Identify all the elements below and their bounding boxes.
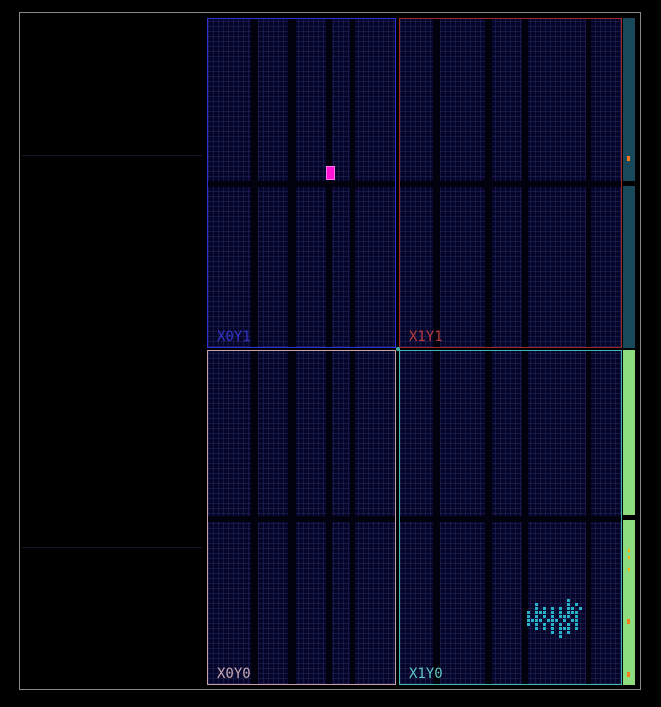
placed-cell[interactable] xyxy=(531,619,534,622)
placed-cell[interactable] xyxy=(527,611,530,614)
placed-cell[interactable] xyxy=(567,599,570,602)
placed-cell[interactable] xyxy=(575,623,578,626)
placed-cell[interactable] xyxy=(543,627,546,630)
placed-cell[interactable] xyxy=(543,611,546,614)
placed-cell[interactable] xyxy=(559,627,562,630)
placed-cell[interactable] xyxy=(535,607,538,610)
placed-cell[interactable] xyxy=(535,627,538,630)
placed-cell[interactable] xyxy=(579,607,582,610)
placed-cell[interactable] xyxy=(563,619,566,622)
io-bank-gap xyxy=(623,515,635,520)
io-pin-marker[interactable] xyxy=(627,619,630,624)
placed-cell[interactable] xyxy=(539,619,542,622)
placed-cell[interactable] xyxy=(571,611,574,614)
io-pin-marker[interactable] xyxy=(628,568,630,571)
placed-cell[interactable] xyxy=(563,627,566,630)
io-pin-marker[interactable] xyxy=(628,549,630,552)
placed-cell[interactable] xyxy=(559,607,562,610)
placed-cell[interactable] xyxy=(567,611,570,614)
placed-cell[interactable] xyxy=(559,611,562,614)
region-label: X0Y0 xyxy=(217,666,251,682)
placed-cell[interactable] xyxy=(559,623,562,626)
row-gap xyxy=(400,516,621,522)
placed-cell[interactable] xyxy=(527,615,530,618)
placed-cell[interactable] xyxy=(551,615,554,618)
placed-cell[interactable] xyxy=(551,611,554,614)
placed-cell[interactable] xyxy=(535,623,538,626)
io-bank-gap xyxy=(623,181,635,186)
io-pin-marker[interactable] xyxy=(627,672,630,677)
placed-cell[interactable] xyxy=(567,631,570,634)
placed-cell[interactable] xyxy=(551,627,554,630)
placed-cell[interactable] xyxy=(571,619,574,622)
placed-cell[interactable] xyxy=(575,619,578,622)
placed-cell[interactable] xyxy=(567,607,570,610)
device-view[interactable]: X0Y1 X1Y1 X0Y0 X1Y0 xyxy=(0,0,661,707)
placed-cell[interactable] xyxy=(543,623,546,626)
placed-cell[interactable] xyxy=(547,619,550,622)
placed-cell[interactable] xyxy=(571,607,574,610)
placed-cell[interactable] xyxy=(527,619,530,622)
io-bank-upper[interactable] xyxy=(623,18,635,348)
clock-region-x0y1[interactable]: X0Y1 xyxy=(207,18,396,348)
clock-region-x0y0[interactable]: X0Y0 xyxy=(207,350,396,685)
io-bank-lower[interactable] xyxy=(623,350,635,685)
placed-cell[interactable] xyxy=(535,603,538,606)
placed-cell[interactable] xyxy=(551,631,554,634)
placed-cell[interactable] xyxy=(567,615,570,618)
selected-placed-cell[interactable] xyxy=(326,166,335,180)
placed-cell[interactable] xyxy=(539,611,542,614)
placed-cell[interactable] xyxy=(559,631,562,634)
placed-cell[interactable] xyxy=(567,623,570,626)
region-label: X1Y1 xyxy=(409,329,443,345)
placed-cell[interactable] xyxy=(567,603,570,606)
placed-cell[interactable] xyxy=(575,615,578,618)
row-gap xyxy=(400,181,621,187)
placed-cell[interactable] xyxy=(551,619,554,622)
placed-cell[interactable] xyxy=(535,619,538,622)
placed-cell[interactable] xyxy=(575,603,578,606)
placed-cell[interactable] xyxy=(555,619,558,622)
io-pin-marker[interactable] xyxy=(627,156,630,161)
clock-region-x1y0[interactable]: X1Y0 xyxy=(399,350,622,685)
region-junction-marker xyxy=(396,347,400,351)
placed-cell[interactable] xyxy=(535,611,538,614)
row-gap xyxy=(208,516,395,522)
placed-cell[interactable] xyxy=(567,627,570,630)
io-pin-marker[interactable] xyxy=(628,556,630,559)
placed-cell[interactable] xyxy=(543,615,546,618)
placed-cell[interactable] xyxy=(543,607,546,610)
row-gap xyxy=(208,181,395,187)
placed-cell[interactable] xyxy=(535,615,538,618)
clock-region-x1y1[interactable]: X1Y1 xyxy=(399,18,622,348)
placed-cell[interactable] xyxy=(551,607,554,610)
placed-cell[interactable] xyxy=(575,627,578,630)
placed-cell[interactable] xyxy=(551,623,554,626)
placed-cell[interactable] xyxy=(527,623,530,626)
placed-cell[interactable] xyxy=(559,615,562,618)
placed-cell[interactable] xyxy=(575,611,578,614)
region-label: X0Y1 xyxy=(217,329,251,345)
region-label: X1Y0 xyxy=(409,666,443,682)
placed-cell[interactable] xyxy=(559,635,562,638)
placed-cell[interactable] xyxy=(563,615,566,618)
